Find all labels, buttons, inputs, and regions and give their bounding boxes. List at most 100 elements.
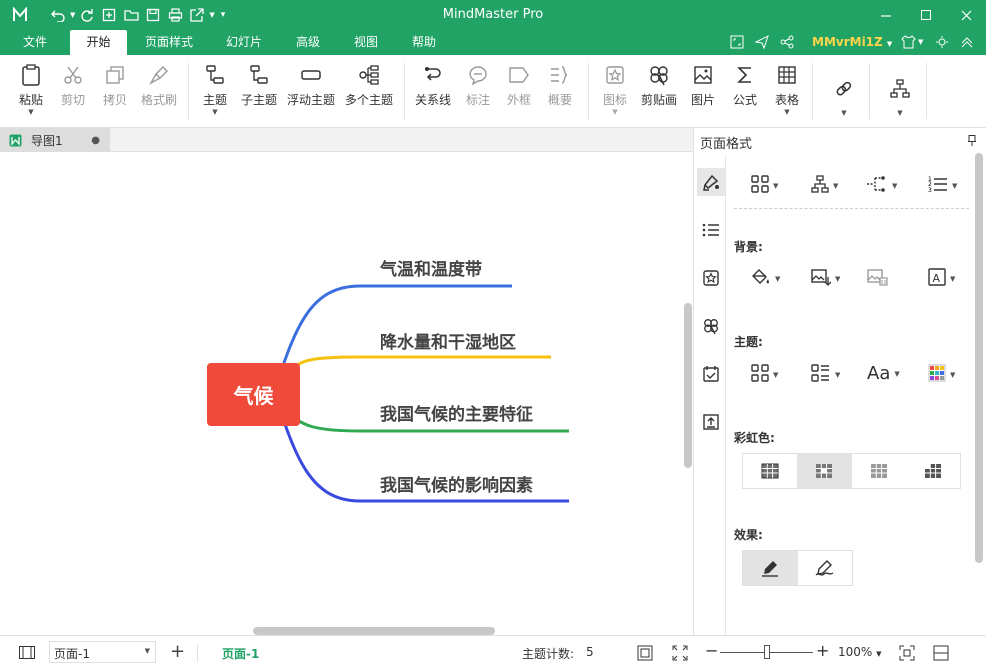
fit-view-icon[interactable] bbox=[899, 645, 915, 664]
boundary-icon bbox=[508, 63, 530, 87]
tab-page-style[interactable]: 页面样式 bbox=[137, 30, 201, 55]
ribbon-separator bbox=[926, 63, 927, 119]
clipart-button[interactable]: 剪贴画 bbox=[639, 63, 679, 108]
callout-button[interactable]: 标注 bbox=[464, 63, 492, 108]
fit-page-icon[interactable] bbox=[637, 645, 653, 664]
zoom-level[interactable]: 100% ▼ bbox=[838, 645, 882, 659]
tab-file[interactable]: 文件 bbox=[10, 30, 60, 55]
rainbow-option[interactable] bbox=[852, 454, 906, 488]
mindmap-canvas[interactable]: 气温和温度带 降水量和干湿地区 我国气候的主要特征 我国气候的影响因素 bbox=[0, 152, 693, 632]
canvas-vertical-scrollbar[interactable] bbox=[684, 303, 692, 468]
zoom-slider-thumb[interactable] bbox=[763, 645, 770, 659]
clipart-panel-icon[interactable] bbox=[697, 312, 725, 340]
fill-color-button[interactable]: ▼ bbox=[751, 268, 780, 289]
text-style-button[interactable]: A ▼ bbox=[928, 268, 955, 289]
formula-button[interactable]: 公式 bbox=[731, 63, 759, 108]
font-button[interactable]: Aa ▼ bbox=[867, 363, 900, 384]
connector-style-button[interactable]: ▼ bbox=[866, 175, 897, 196]
layout-button[interactable]: ▼ bbox=[886, 77, 914, 117]
main-topic[interactable]: 我国气候的主要特征 bbox=[380, 400, 533, 425]
send-icon[interactable] bbox=[754, 35, 769, 52]
page-panel-toggle-icon[interactable] bbox=[19, 646, 35, 662]
clover-icon bbox=[648, 63, 670, 87]
topic-dropdown-icon[interactable]: ▼ bbox=[212, 108, 217, 116]
icon-panel-icon[interactable] bbox=[697, 264, 725, 292]
fullscreen-icon[interactable] bbox=[730, 35, 744, 52]
panel-scrollbar[interactable] bbox=[975, 153, 983, 563]
paste-dropdown-icon[interactable]: ▼ bbox=[28, 108, 33, 116]
canvas-horizontal-scrollbar[interactable] bbox=[253, 627, 495, 635]
subtopic-button[interactable]: 子主题 bbox=[240, 63, 278, 108]
minimize-icon[interactable] bbox=[866, 0, 906, 30]
table-button[interactable]: 表格 ▼ bbox=[773, 63, 801, 116]
add-page-button[interactable]: + bbox=[170, 641, 185, 662]
zoom-out-button[interactable]: − bbox=[705, 641, 718, 660]
paste-button[interactable]: 粘贴 ▼ bbox=[17, 63, 45, 116]
rainbow-option[interactable] bbox=[797, 454, 852, 488]
outline-list-icon[interactable] bbox=[697, 216, 725, 244]
central-topic[interactable]: 气候 bbox=[207, 363, 300, 426]
remove-background-button[interactable] bbox=[867, 268, 889, 289]
tab-help[interactable]: 帮助 bbox=[402, 30, 446, 55]
layout-dropdown-icon[interactable]: ▼ bbox=[897, 109, 902, 117]
tab-slides[interactable]: 幻灯片 bbox=[215, 30, 273, 55]
main-topic[interactable]: 降水量和干湿地区 bbox=[380, 328, 516, 353]
tab-home[interactable]: 开始 bbox=[70, 30, 127, 55]
theme-style-button[interactable]: ▼ bbox=[811, 364, 840, 385]
page-select[interactable]: 页面-1 ▼ bbox=[49, 641, 156, 663]
floating-topic-button[interactable]: 浮动主题 bbox=[286, 63, 336, 108]
multi-topic-button[interactable]: 多个主题 bbox=[344, 63, 394, 108]
task-calendar-icon[interactable] bbox=[697, 360, 725, 388]
main-topic[interactable]: 气温和温度带 bbox=[380, 255, 482, 280]
copy-button[interactable]: 拷贝 bbox=[101, 63, 129, 108]
document-tab[interactable]: 导图1 ● bbox=[0, 128, 110, 152]
icon-button[interactable]: 图标 ▼ bbox=[601, 63, 629, 116]
layout-style-button[interactable]: ▼ bbox=[811, 175, 838, 196]
org-chart-icon bbox=[811, 175, 829, 196]
skin-icon[interactable]: ▼ bbox=[901, 35, 923, 49]
upload-icon[interactable] bbox=[697, 408, 725, 436]
picture-button[interactable]: 图片 bbox=[689, 63, 717, 108]
close-icon[interactable] bbox=[946, 0, 986, 30]
pin-icon[interactable] bbox=[968, 135, 976, 149]
hyperlink-button[interactable]: ▼ bbox=[830, 77, 858, 117]
page-format-icon[interactable] bbox=[697, 168, 725, 196]
rainbow-option[interactable] bbox=[743, 454, 797, 488]
account-name[interactable]: MMvrMi1Z ▼ bbox=[812, 35, 892, 49]
ribbon-separator bbox=[188, 63, 189, 119]
fullscreen-icon[interactable] bbox=[672, 645, 688, 664]
handdrawn-effect-icon[interactable] bbox=[798, 551, 853, 585]
background-image-button[interactable]: ▼ bbox=[811, 268, 840, 289]
effects-label: 效果: bbox=[734, 528, 763, 542]
main-topic[interactable]: 我国气候的影响因素 bbox=[380, 471, 533, 496]
numbering-button[interactable]: 1 2 3 ▼ bbox=[928, 175, 957, 196]
structure-button[interactable]: ▼ bbox=[751, 175, 778, 196]
link-icon bbox=[834, 77, 854, 101]
topic-button[interactable]: 主题 ▼ bbox=[201, 63, 229, 116]
table-dropdown-icon[interactable]: ▼ bbox=[784, 108, 789, 116]
help-circle-icon[interactable] bbox=[935, 35, 949, 52]
theme-button[interactable]: ▼ bbox=[751, 364, 778, 385]
summary-button[interactable]: 概要 bbox=[546, 63, 574, 108]
boundary-button[interactable]: 外框 bbox=[505, 63, 533, 108]
maximize-icon[interactable] bbox=[906, 0, 946, 30]
panel-toggle-icon[interactable] bbox=[933, 645, 949, 664]
relationship-button[interactable]: 关系线 bbox=[414, 63, 452, 108]
share-icon[interactable] bbox=[780, 35, 794, 52]
tab-view[interactable]: 视图 bbox=[344, 30, 388, 55]
format-painter-button[interactable]: 格式刷 bbox=[139, 63, 179, 108]
background-label: 背景: bbox=[734, 240, 763, 254]
collapse-ribbon-icon[interactable] bbox=[960, 35, 974, 52]
icon-dropdown-icon[interactable]: ▼ bbox=[612, 108, 617, 116]
color-theme-button[interactable]: ▼ bbox=[928, 364, 955, 385]
unsaved-dot-icon[interactable]: ● bbox=[91, 135, 100, 146]
tab-advanced[interactable]: 高级 bbox=[286, 30, 330, 55]
link-dropdown-icon[interactable]: ▼ bbox=[841, 109, 846, 117]
current-page-tab[interactable]: 页面-1 bbox=[222, 645, 259, 662]
cut-button[interactable]: 剪切 bbox=[58, 63, 88, 108]
rainbow-option[interactable] bbox=[906, 454, 960, 488]
document-tabs: 导图1 ● bbox=[0, 128, 693, 152]
zoom-in-button[interactable]: + bbox=[816, 641, 829, 660]
text-box-icon: A bbox=[928, 268, 946, 289]
pen-effect-icon[interactable] bbox=[743, 551, 798, 585]
